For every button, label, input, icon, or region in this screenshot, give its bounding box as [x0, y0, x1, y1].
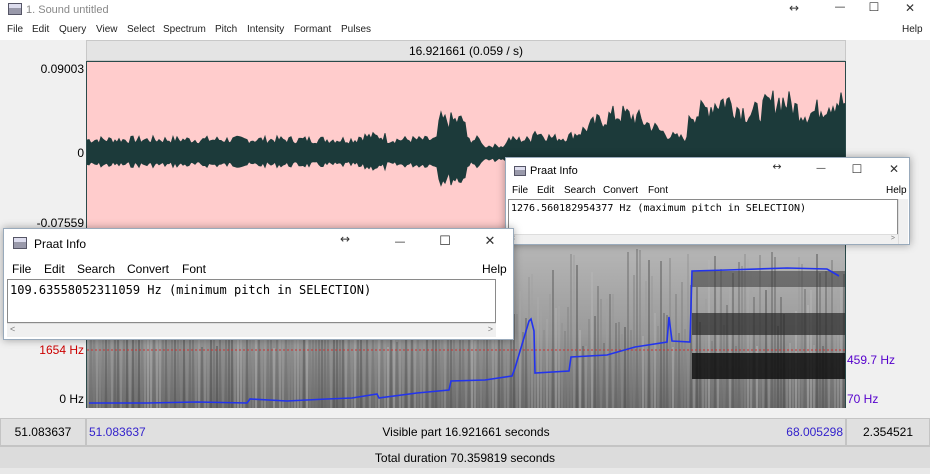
- pitch-max-label: 459.7 Hz: [847, 353, 896, 367]
- info-horizontal-scrollbar[interactable]: < >: [7, 323, 496, 337]
- info-menu-edit[interactable]: Edit: [44, 262, 65, 276]
- maximize-button[interactable]: ☐: [864, 0, 884, 14]
- info-menu-font[interactable]: Font: [648, 185, 668, 196]
- info-menu-convert[interactable]: Convert: [127, 262, 169, 276]
- menu-view[interactable]: View: [96, 24, 118, 35]
- info-menu-edit[interactable]: Edit: [537, 185, 554, 196]
- maximize-button[interactable]: ☐: [848, 162, 866, 176]
- menu-formant[interactable]: Formant: [294, 24, 331, 35]
- spectrogram-max-label: 1654 Hz: [39, 343, 84, 357]
- minimize-button[interactable]: —: [830, 0, 850, 13]
- info-horizontal-scrollbar[interactable]: < >: [508, 234, 898, 244]
- menu-intensity[interactable]: Intensity: [247, 24, 284, 35]
- scroll-strip[interactable]: [0, 468, 930, 474]
- visible-part-label: Visible part 16.921661 seconds: [382, 425, 550, 439]
- wave-max-label: 0.09003: [40, 62, 84, 76]
- praat-info-window-max: Praat Info ↔ — ☐ ✕ File Edit Search Conv…: [505, 157, 910, 245]
- menu-select[interactable]: Select: [127, 24, 155, 35]
- info-menu-file[interactable]: File: [512, 185, 528, 196]
- menu-edit[interactable]: Edit: [32, 24, 49, 35]
- minimize-button[interactable]: —: [812, 163, 830, 174]
- selection-duration-bar[interactable]: 16.921661 (0.059 / s): [86, 40, 846, 61]
- info-title: Praat Info: [34, 237, 87, 251]
- menu-pulses[interactable]: Pulses: [341, 24, 371, 35]
- praat-sound-icon: [8, 3, 22, 15]
- close-button[interactable]: ✕: [885, 162, 903, 176]
- info-menu-help[interactable]: Help: [886, 185, 907, 196]
- menu-pitch[interactable]: Pitch: [215, 24, 237, 35]
- window-title: 1. Sound untitled: [26, 4, 109, 16]
- info-menu-file[interactable]: File: [12, 262, 31, 276]
- info-vertical-scrollbar[interactable]: [898, 199, 908, 244]
- total-duration-bar[interactable]: Total duration 70.359819 seconds: [0, 446, 930, 468]
- info-menu-convert[interactable]: Convert: [603, 185, 638, 196]
- info-menu-search[interactable]: Search: [77, 262, 115, 276]
- visible-part-bar[interactable]: 51.083637 Visible part 16.921661 seconds…: [86, 418, 846, 446]
- info-text-area[interactable]: 1276.560182954377 Hz (maximum pitch in S…: [508, 199, 898, 235]
- info-menu-help[interactable]: Help: [482, 262, 507, 276]
- menu-bar: File Edit Query View Select Spectrum Pit…: [0, 20, 930, 40]
- minimize-button[interactable]: —: [390, 235, 410, 248]
- spectrogram-min-label: 0 Hz: [59, 392, 84, 406]
- scroll-right-icon[interactable]: >: [891, 235, 895, 242]
- praat-info-icon: [13, 237, 27, 249]
- menu-spectrum[interactable]: Spectrum: [163, 24, 206, 35]
- info-menu-search[interactable]: Search: [564, 185, 596, 196]
- wave-zero-label: 0: [77, 146, 84, 160]
- scroll-left-icon[interactable]: <: [10, 324, 15, 334]
- resize-icon: ↔: [772, 160, 782, 173]
- resize-icon: ↔: [788, 1, 800, 15]
- scroll-right-icon[interactable]: >: [488, 324, 493, 334]
- pitch-min-label: 70 Hz: [847, 392, 879, 406]
- close-button[interactable]: ✕: [900, 1, 920, 15]
- maximize-button[interactable]: ☐: [435, 234, 455, 249]
- info-title: Praat Info: [530, 165, 578, 177]
- info-menu-font[interactable]: Font: [182, 262, 206, 276]
- left-time-box[interactable]: 51.083637: [0, 418, 86, 446]
- menu-help[interactable]: Help: [902, 24, 923, 35]
- window-title-bar: 1. Sound untitled ↔ — ☐ ✕: [0, 0, 930, 20]
- info-text-area[interactable]: 109.63558052311059 Hz (minimum pitch in …: [7, 279, 496, 323]
- visible-end-time: 68.005298: [786, 425, 843, 439]
- close-button[interactable]: ✕: [480, 234, 500, 249]
- menu-query[interactable]: Query: [59, 24, 86, 35]
- praat-info-icon: [514, 166, 526, 176]
- praat-info-window-min: Praat Info ↔ — ☐ ✕ File Edit Search Conv…: [3, 228, 514, 340]
- menu-file[interactable]: File: [7, 24, 23, 35]
- resize-icon: ↔: [339, 232, 351, 246]
- right-time-box[interactable]: 2.354521: [846, 418, 930, 446]
